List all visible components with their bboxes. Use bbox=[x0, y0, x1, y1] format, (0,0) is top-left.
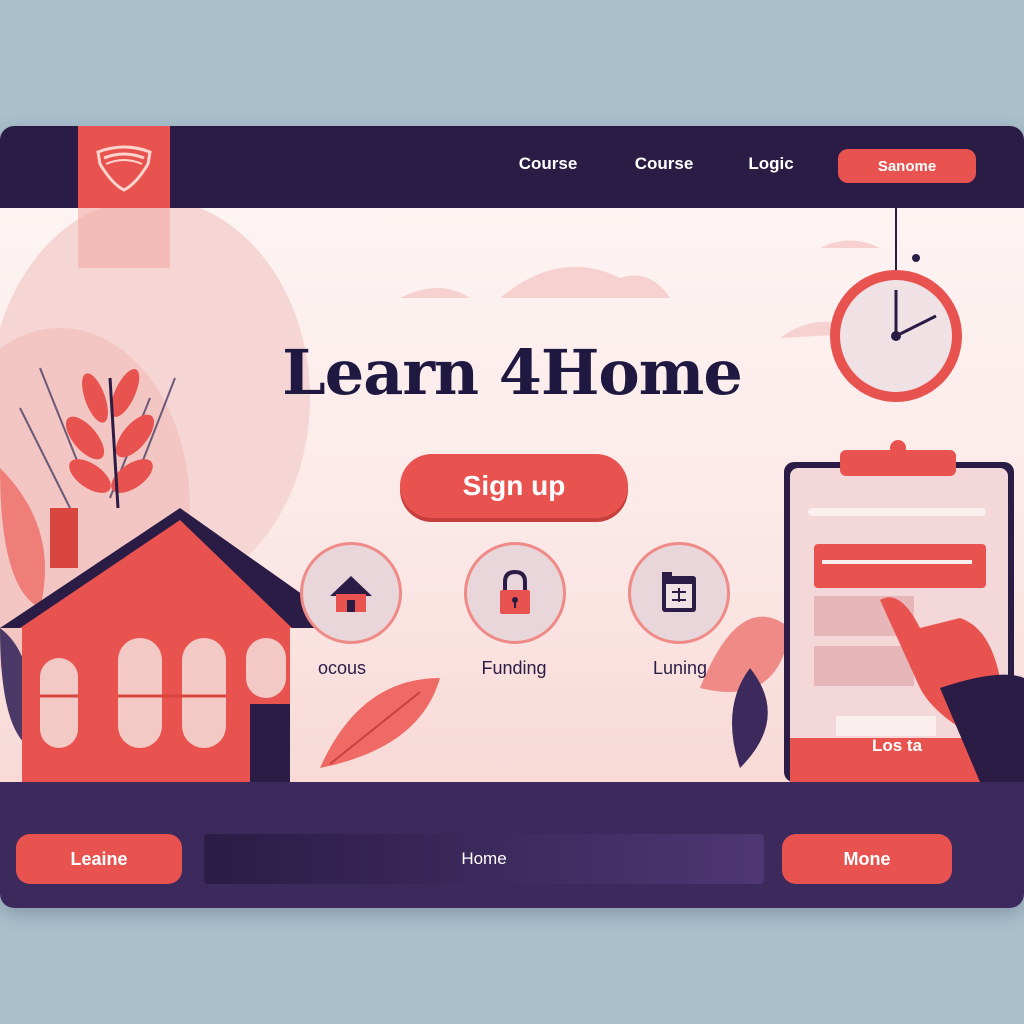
shield-logo-icon bbox=[96, 145, 152, 192]
footer-right-button[interactable]: Mone bbox=[782, 834, 952, 884]
nav-cta-button[interactable]: Sanome bbox=[838, 149, 976, 183]
logo[interactable] bbox=[78, 126, 170, 208]
hero-title: Learn 4Home bbox=[282, 336, 743, 409]
feature-label-learning: Luning bbox=[652, 658, 708, 678]
feature-label-funding: Funding bbox=[481, 658, 547, 678]
signup-button[interactable]: Sign up bbox=[400, 454, 628, 518]
feature-funding[interactable] bbox=[464, 542, 566, 644]
feature-home[interactable] bbox=[300, 542, 402, 644]
top-navbar: Course Course Logic Sanome bbox=[0, 126, 1024, 208]
feature-learning[interactable] bbox=[628, 542, 730, 644]
calendar-icon bbox=[662, 572, 696, 612]
feature-label-home: ocous bbox=[317, 658, 367, 678]
app-window: Course Course Logic Sanome Learn 4Home S… bbox=[0, 126, 1024, 908]
house-icon bbox=[330, 576, 372, 612]
nav-link-course-1[interactable]: Course bbox=[508, 154, 588, 174]
hero-section: Learn 4Home Sign up ocous Funding Luning… bbox=[0, 208, 1024, 782]
footer-left-button[interactable]: Leaine bbox=[16, 834, 182, 884]
nav-link-course-2[interactable]: Course bbox=[624, 154, 704, 174]
clipboard-link[interactable]: Los ta bbox=[822, 736, 972, 756]
footer-bar: Leaine Home Mone bbox=[0, 782, 1024, 908]
footer-home-field[interactable]: Home bbox=[204, 834, 764, 884]
lock-icon bbox=[500, 569, 530, 614]
nav-link-logic[interactable]: Logic bbox=[736, 154, 806, 174]
